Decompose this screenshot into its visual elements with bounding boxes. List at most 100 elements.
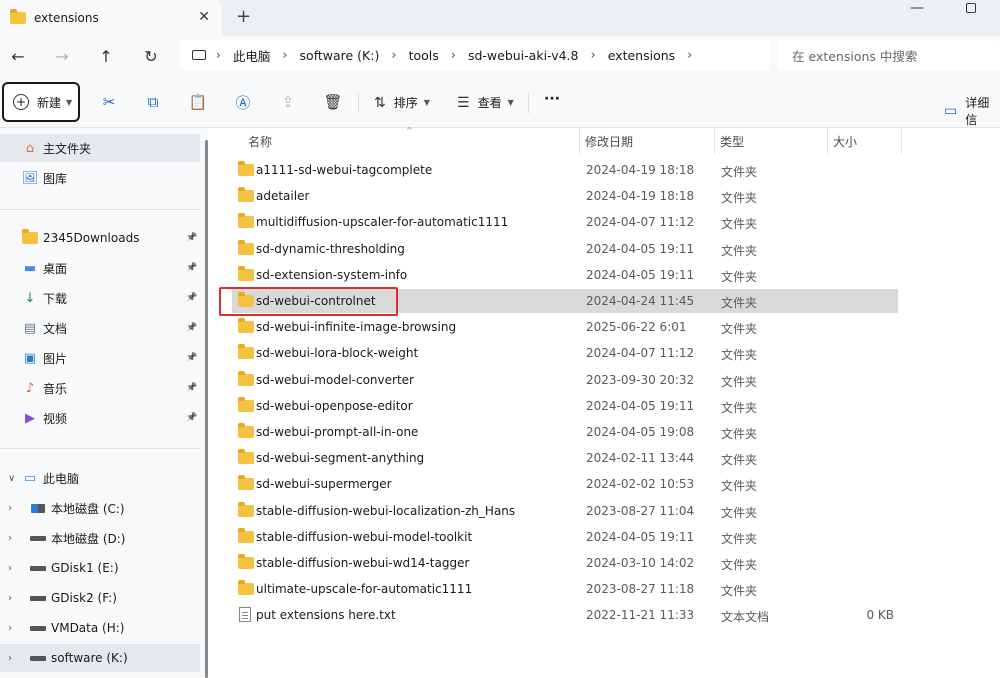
file-row[interactable]: sd-webui-model-converter 2023-09-30 20:32… xyxy=(232,368,898,392)
chevron-down-icon[interactable]: ∨ xyxy=(8,473,15,484)
sidebar-item[interactable]: › software (K:) xyxy=(0,644,200,672)
file-name: sd-webui-segment-anything xyxy=(256,451,425,466)
file-row[interactable]: sd-webui-infinite-image-browsing 2025-06-… xyxy=(232,315,898,339)
share-icon[interactable]: ⇪ xyxy=(277,91,299,113)
sidebar-item[interactable]: ∨ ▭ 此电脑 xyxy=(0,464,200,492)
sidebar-item[interactable]: › GDisk2 (F:) xyxy=(0,584,200,612)
file-date: 2025-06-22 6:01 xyxy=(586,320,687,335)
chevron-right-icon[interactable]: › xyxy=(216,48,221,62)
view-icon: ☰ xyxy=(457,94,470,111)
file-row[interactable]: stable-diffusion-webui-wd14-tagger 2024-0… xyxy=(232,551,898,575)
view-button[interactable]: ☰ 查看 ▼ xyxy=(457,94,514,111)
file-row[interactable]: a1111-sd-webui-tagcomplete 2024-04-19 18:… xyxy=(232,158,898,182)
breadcrumb-item[interactable]: extensions xyxy=(608,48,675,63)
sidebar-item[interactable]: › VMData (H:) xyxy=(0,614,200,642)
pin-icon[interactable]: 📌 xyxy=(186,383,197,393)
sidebar-scrollbar[interactable] xyxy=(205,140,208,678)
forward-arrow-icon[interactable]: → xyxy=(50,44,74,68)
file-row[interactable]: sd-webui-supermerger 2024-02-02 10:53 文件夹 xyxy=(232,472,898,496)
window-tab[interactable]: extensions ✕ xyxy=(0,0,222,36)
file-row[interactable]: ultimate-upscale-for-automatic1111 2023-0… xyxy=(232,577,898,601)
sidebar-item[interactable]: ↓ 下载 📌 xyxy=(0,284,200,312)
chevron-right-icon[interactable]: › xyxy=(8,533,12,544)
chevron-right-icon[interactable]: › xyxy=(8,623,12,634)
sidebar-item[interactable]: ▤ 文档 📌 xyxy=(0,314,200,342)
file-name: multidiffusion-upscaler-for-automatic111… xyxy=(256,215,509,230)
file-type: 文件夹 xyxy=(721,269,758,284)
chevron-down-icon: ▼ xyxy=(423,98,430,107)
file-row[interactable]: adetailer 2024-04-19 18:18 文件夹 xyxy=(232,184,898,208)
refresh-icon[interactable]: ↻ xyxy=(139,44,163,68)
column-header-type[interactable]: 类型 xyxy=(720,128,744,154)
file-row[interactable]: sd-webui-segment-anything 2024-02-11 13:4… xyxy=(232,446,898,470)
sidebar-item[interactable]: ▶ 视频 📌 xyxy=(0,404,200,432)
file-row[interactable]: sd-extension-system-info 2024-04-05 19:11… xyxy=(232,263,898,287)
column-header-date[interactable]: 修改日期 xyxy=(585,128,633,154)
chevron-right-icon[interactable]: › xyxy=(451,48,456,63)
file-row[interactable]: stable-diffusion-webui-localization-zh_H… xyxy=(232,499,898,523)
pin-icon[interactable]: 📌 xyxy=(186,353,197,363)
chevron-right-icon[interactable]: › xyxy=(8,653,12,664)
file-name: sd-webui-controlnet xyxy=(256,294,376,308)
sidebar-item[interactable]: › 本地磁盘 (C:) xyxy=(0,494,200,522)
maximize-button[interactable] xyxy=(966,3,976,13)
sidebar-item[interactable]: ⌂ 主文件夹 xyxy=(0,134,200,162)
pin-icon[interactable]: 📌 xyxy=(186,233,197,243)
file-row[interactable]: sd-webui-lora-block-weight 2024-04-07 11:… xyxy=(232,341,898,365)
new-button[interactable]: + 新建 ▼ xyxy=(2,82,80,122)
chevron-right-icon[interactable]: › xyxy=(8,503,12,514)
column-separator[interactable] xyxy=(827,128,828,154)
sidebar-item[interactable]: ▣ 图片 📌 xyxy=(0,344,200,372)
back-arrow-icon[interactable]: ← xyxy=(6,44,30,68)
sidebar-item[interactable]: › GDisk1 (E:) xyxy=(0,554,200,582)
sidebar-item-label: 主文件夹 xyxy=(43,141,92,156)
column-header-size[interactable]: 大小 xyxy=(833,128,857,154)
breadcrumb-item[interactable]: 此电脑 xyxy=(233,46,271,65)
chevron-right-icon[interactable]: › xyxy=(591,48,596,63)
sort-button[interactable]: ⇅ 排序 ▼ xyxy=(374,94,430,111)
pin-icon[interactable]: 📌 xyxy=(186,323,197,333)
rename-icon[interactable]: Ⓐ xyxy=(232,91,254,113)
folder-icon xyxy=(238,239,254,255)
pin-icon[interactable]: 📌 xyxy=(186,263,197,273)
paste-icon[interactable]: 📋 xyxy=(187,91,209,113)
chevron-right-icon[interactable]: › xyxy=(687,48,692,63)
chevron-right-icon[interactable]: › xyxy=(8,593,12,604)
search-input[interactable]: 在 extensions 中搜索 xyxy=(778,40,1000,70)
column-separator[interactable] xyxy=(901,128,902,154)
close-tab-icon[interactable]: ✕ xyxy=(198,9,210,25)
sidebar-item[interactable]: › 本地磁盘 (D:) xyxy=(0,524,200,552)
cut-icon[interactable]: ✂ xyxy=(98,91,120,113)
sidebar-item[interactable]: ♪ 音乐 📌 xyxy=(0,374,200,402)
up-arrow-icon[interactable]: ↑ xyxy=(94,44,118,68)
more-options-button[interactable]: ··· xyxy=(544,91,560,107)
breadcrumb-item[interactable]: sd-webui-aki-v4.8 xyxy=(468,48,579,63)
sidebar-item[interactable]: 2345Downloads 📌 xyxy=(0,224,200,252)
pin-icon[interactable]: 📌 xyxy=(186,413,197,423)
breadcrumb-item[interactable]: software (K:) xyxy=(300,48,380,63)
address-bar[interactable]: › 此电脑 › software (K:) › tools › sd-webui-aki-v… xyxy=(180,40,770,70)
new-tab-button[interactable]: + xyxy=(236,6,251,27)
file-row[interactable]: sd-webui-prompt-all-in-one 2024-04-05 19:… xyxy=(232,420,898,444)
file-row[interactable]: multidiffusion-upscaler-for-automatic111… xyxy=(232,210,898,234)
chevron-right-icon[interactable]: › xyxy=(8,563,12,574)
minimize-button[interactable]: — xyxy=(910,0,924,16)
file-row[interactable]: stable-diffusion-webui-model-toolkit 2024… xyxy=(232,525,898,549)
breadcrumb-item[interactable]: tools xyxy=(409,48,439,63)
file-row[interactable]: sd-webui-controlnet 2024-04-24 11:45 文件夹 xyxy=(232,289,898,313)
delete-icon[interactable]: 🗑 xyxy=(322,91,344,113)
chevron-right-icon[interactable]: › xyxy=(282,48,287,63)
details-pane-button[interactable]: ▭ 详细信 xyxy=(944,94,1000,128)
column-separator[interactable] xyxy=(714,128,715,154)
sidebar-item[interactable]: 🖼 图库 xyxy=(0,164,200,192)
chevron-right-icon[interactable]: › xyxy=(391,48,396,63)
file-type: 文件夹 xyxy=(721,453,758,468)
column-header-name[interactable]: 名称 xyxy=(248,128,272,154)
sidebar-item[interactable]: ▬ 桌面 📌 xyxy=(0,254,200,282)
file-row[interactable]: sd-webui-openpose-editor 2024-04-05 19:11… xyxy=(232,394,898,418)
copy-icon[interactable]: ⧉ xyxy=(142,91,164,113)
pin-icon[interactable]: 📌 xyxy=(186,293,197,303)
file-row[interactable]: put extensions here.txt 2022-11-21 11:33 文… xyxy=(232,603,898,627)
column-separator[interactable] xyxy=(579,128,580,154)
file-row[interactable]: sd-dynamic-thresholding 2024-04-05 19:11 文… xyxy=(232,237,898,261)
